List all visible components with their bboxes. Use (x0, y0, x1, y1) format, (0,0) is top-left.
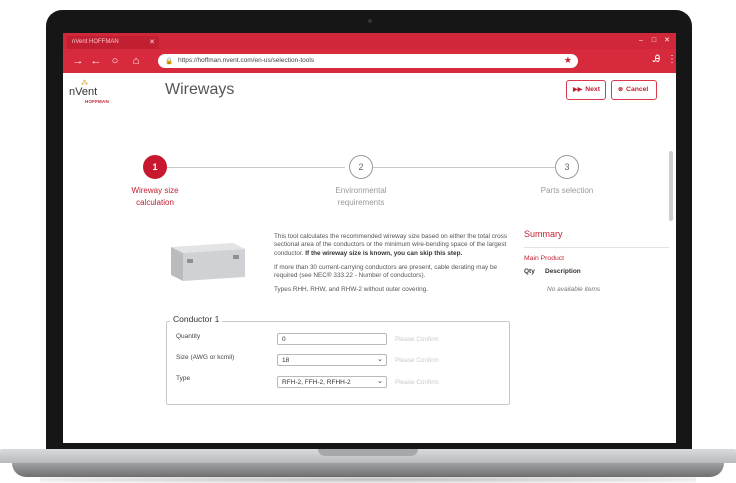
chevron-down-icon: ⌄ (377, 356, 383, 363)
next-button[interactable]: ▶▶ Next (566, 80, 606, 100)
chevron-down-icon: ⌄ (377, 378, 383, 385)
summary-main-product: Main Product (524, 255, 565, 262)
web-page: ⁂ nVent HOFFMAN Wireways ▶▶ Next ⊗ Cancel … (63, 73, 676, 443)
step-connector (373, 167, 555, 168)
wireway-product-image (171, 243, 245, 281)
browser-toolbar: → ← ○ ⌂ 🔒 https://hoffman.nvent.com/en-u… (63, 49, 676, 73)
summary-col-qty: Qty (524, 268, 535, 275)
next-label: Next (585, 86, 600, 93)
step-2-label-line2: requirements (337, 198, 385, 207)
summary-divider (524, 247, 669, 248)
stage: nVent HOFFMAN ✕ – □ ✕ → ← ○ ⌂ 🔒 https://… (0, 0, 736, 483)
step-3-circle[interactable]: 3 (555, 155, 579, 179)
size-label: Size (AWG or kcmil) (176, 354, 235, 361)
minimize-icon[interactable]: – (636, 36, 646, 45)
browser-tab[interactable]: nVent HOFFMAN ✕ (67, 36, 159, 49)
bookmark-star-icon[interactable]: ★ (564, 55, 572, 66)
nvent-hoffman-logo[interactable]: ⁂ nVent HOFFMAN (69, 79, 119, 105)
conductor-legend: Conductor 1 (170, 314, 223, 324)
home-icon[interactable]: ⌂ (129, 54, 143, 68)
step-3-label: Parts selection (522, 185, 612, 197)
type-label: Type (176, 375, 191, 382)
laptop-base-bottom (12, 463, 724, 477)
laptop-screen: nVent HOFFMAN ✕ – □ ✕ → ← ○ ⌂ 🔒 https://… (63, 33, 676, 443)
step-2-label-line1: Environmental (335, 186, 387, 195)
browser-tab-bar: nVent HOFFMAN ✕ – □ ✕ (63, 33, 676, 49)
laptop-shadow (40, 476, 696, 483)
logo-text: nVent (69, 86, 98, 98)
summary-col-description: Description (545, 268, 581, 275)
address-bar[interactable]: 🔒 https://hoffman.nvent.com/en-us/select… (158, 54, 578, 68)
step-1-label-line1: Wireway size (131, 186, 179, 195)
fast-forward-icon: ▶▶ (573, 87, 583, 93)
close-tab-icon[interactable]: ✕ (149, 38, 155, 46)
laptop-opening-lip (318, 449, 418, 456)
type-value: RFH-2, FFH-2, RFHH-2 (282, 379, 351, 386)
intro-p1-bold: If the wireway size is known, you can sk… (305, 249, 463, 257)
intro-paragraph-3: Types RHH, RHW, and RHW-2 without outer … (274, 286, 429, 294)
tab-title: nVent HOFFMAN (72, 39, 119, 45)
step-1-label: Wireway size calculation (110, 185, 200, 209)
quantity-label: Quantity (176, 333, 201, 340)
step-1-label-line2: calculation (136, 198, 174, 207)
step-2-circle[interactable]: 2 (349, 155, 373, 179)
quantity-confirm[interactable]: Please Confirm (395, 336, 439, 343)
step-1-circle[interactable]: 1 (143, 155, 167, 179)
page-scrollbar[interactable] (669, 151, 673, 221)
lock-icon: 🔒 (165, 58, 174, 65)
type-select[interactable]: RFH-2, FFH-2, RFHH-2 ⌄ (277, 376, 387, 388)
quantity-input[interactable]: 0 (277, 333, 387, 345)
cancel-button[interactable]: ⊗ Cancel (611, 80, 657, 100)
forward-arrow-icon[interactable]: ← (89, 54, 103, 68)
size-confirm[interactable]: Please Confirm (395, 357, 439, 364)
size-value: 18 (282, 357, 290, 364)
step-connector (167, 167, 345, 168)
intro-paragraph-1: This tool calculates the recommended wir… (274, 233, 510, 258)
step-2-label: Environmental requirements (316, 185, 406, 209)
cancel-circle-icon: ⊗ (618, 87, 624, 93)
close-window-icon[interactable]: ✕ (662, 36, 672, 45)
back-arrow-icon[interactable]: → (71, 54, 85, 68)
camera-icon (368, 19, 372, 23)
address-url: https://hoffman.nvent.com/en-us/selectio… (178, 57, 315, 64)
reload-icon[interactable]: ○ (108, 54, 122, 68)
maximize-icon[interactable]: □ (649, 36, 659, 45)
quantity-value: 0 (282, 336, 286, 343)
type-confirm[interactable]: Please Confirm (395, 379, 439, 386)
profile-icon[interactable]: Ꭿ (653, 54, 660, 65)
summary-empty-text: No available items (547, 286, 601, 293)
intro-text: This tool calculates the recommended wir… (274, 233, 510, 301)
summary-title: Summary (524, 229, 563, 239)
page-title: Wireways (165, 81, 235, 98)
size-select[interactable]: 18 ⌄ (277, 354, 387, 366)
step-3-label-line1: Parts selection (540, 186, 594, 195)
logo-subtext: HOFFMAN (85, 99, 109, 104)
menu-icon[interactable]: ⋮ (667, 54, 676, 65)
cancel-label: Cancel (626, 86, 649, 93)
intro-paragraph-2: If more than 30 current-carrying conduct… (274, 263, 498, 280)
